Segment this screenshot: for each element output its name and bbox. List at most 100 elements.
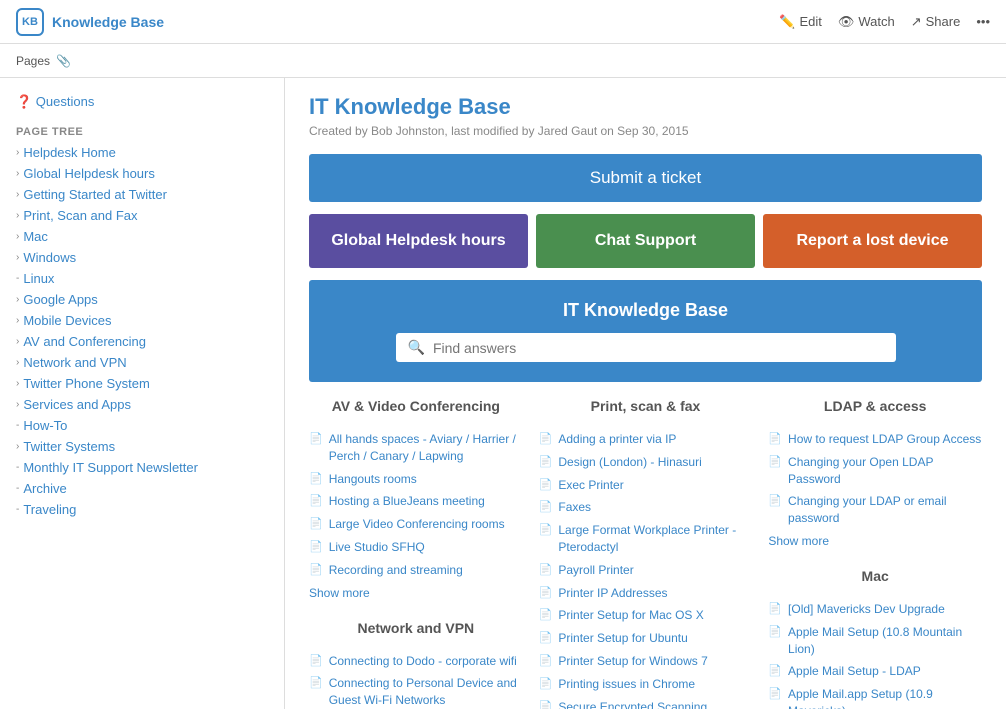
doc-icon: 📄 xyxy=(309,517,323,532)
doc-icon: 📄 xyxy=(539,677,553,692)
list-item[interactable]: 📄Apple Mail Setup (10.8 Mountain Lion) xyxy=(768,621,982,661)
arrow-icon: › xyxy=(16,315,19,326)
sidebar-item-helpdesk-home[interactable]: › Helpdesk Home xyxy=(0,142,284,163)
mac-category-title: Mac xyxy=(768,568,982,588)
arrow-icon: › xyxy=(16,210,19,221)
arrow-icon: - xyxy=(16,273,19,284)
arrow-icon: - xyxy=(16,420,19,431)
list-item[interactable]: 📄 Large Video Conferencing rooms xyxy=(309,513,523,536)
list-item[interactable]: 📄Adding a printer via IP xyxy=(539,428,753,451)
sidebar-item-traveling[interactable]: - Traveling xyxy=(0,499,284,520)
sidebar-item-print-scan-fax[interactable]: › Print, Scan and Fax xyxy=(0,205,284,226)
list-item[interactable]: 📄Printer Setup for Windows 7 xyxy=(539,650,753,673)
submit-ticket-banner[interactable]: Submit a ticket xyxy=(309,154,982,202)
list-item[interactable]: 📄Design (London) - Hinasuri xyxy=(539,451,753,474)
list-item[interactable]: 📄 Hosting a BlueJeans meeting xyxy=(309,490,523,513)
page-title: IT Knowledge Base xyxy=(309,94,982,120)
doc-icon: 📄 xyxy=(768,664,782,679)
sidebar-item-newsletter[interactable]: - Monthly IT Support Newsletter xyxy=(0,457,284,478)
arrow-icon: › xyxy=(16,294,19,305)
top-bar-actions: ✏️ Edit 👁 Watch ↗ Share ••• xyxy=(779,14,990,30)
doc-icon: 📄 xyxy=(539,608,553,623)
sidebar-item-twitter-systems[interactable]: › Twitter Systems xyxy=(0,436,284,457)
pages-bar: Pages 📎 xyxy=(0,44,1006,78)
list-item[interactable]: 📄[Old] Mavericks Dev Upgrade xyxy=(768,598,982,621)
list-item[interactable]: 📄Apple Mail Setup - LDAP xyxy=(768,660,982,683)
network-category-title: Network and VPN xyxy=(309,620,523,640)
doc-icon: 📄 xyxy=(309,540,323,555)
sidebar-item-linux[interactable]: - Linux xyxy=(0,268,284,289)
questions-link[interactable]: ❓ Questions xyxy=(16,94,268,110)
sidebar-item-global-helpdesk[interactable]: › Global Helpdesk hours xyxy=(0,163,284,184)
list-item[interactable]: 📄 Connecting to Dodo - corporate wifi xyxy=(309,650,523,673)
sidebar-questions[interactable]: ❓ Questions xyxy=(0,90,284,118)
list-item[interactable]: 📄How to request LDAP Group Access xyxy=(768,428,982,451)
arrow-icon: › xyxy=(16,399,19,410)
doc-icon: 📄 xyxy=(309,654,323,669)
sidebar-item-archive[interactable]: - Archive xyxy=(0,478,284,499)
doc-icon: 📄 xyxy=(539,523,553,538)
more-button[interactable]: ••• xyxy=(976,14,990,29)
doc-icon: 📄 xyxy=(539,586,553,601)
share-button[interactable]: ↗ Share xyxy=(911,14,961,30)
arrow-icon: - xyxy=(16,462,19,473)
list-item[interactable]: 📄Printer Setup for Ubuntu xyxy=(539,627,753,650)
list-item[interactable]: 📄 Connecting to Personal Device and Gues… xyxy=(309,672,523,709)
list-item[interactable]: 📄 Hangouts rooms xyxy=(309,468,523,491)
arrow-icon: › xyxy=(16,189,19,200)
doc-icon: 📄 xyxy=(309,676,323,691)
arrow-icon: › xyxy=(16,252,19,263)
sidebar-item-mac[interactable]: › Mac xyxy=(0,226,284,247)
list-item[interactable]: 📄Changing your LDAP or email password xyxy=(768,490,982,530)
sidebar-item-network-vpn[interactable]: › Network and VPN xyxy=(0,352,284,373)
list-item[interactable]: 📄 Recording and streaming xyxy=(309,559,523,582)
action-buttons: Global Helpdesk hours Chat Support Repor… xyxy=(309,214,982,268)
watch-button[interactable]: 👁 Watch xyxy=(838,14,895,30)
arrow-icon: - xyxy=(16,483,19,494)
helpdesk-hours-button[interactable]: Global Helpdesk hours xyxy=(309,214,528,268)
list-item[interactable]: 📄Changing your Open LDAP Password xyxy=(768,451,982,491)
list-item[interactable]: 📄Printing issues in Chrome xyxy=(539,673,753,696)
report-lost-device-button[interactable]: Report a lost device xyxy=(763,214,982,268)
doc-icon: 📄 xyxy=(539,500,553,515)
list-item[interactable]: 📄Secure Encrypted Scanning xyxy=(539,696,753,709)
search-input[interactable] xyxy=(433,340,884,356)
doc-icon: 📄 xyxy=(309,494,323,509)
sidebar-item-av-conferencing[interactable]: › AV and Conferencing xyxy=(0,331,284,352)
sidebar-item-how-to[interactable]: - How-To xyxy=(0,415,284,436)
col-av-network: AV & Video Conferencing 📄 All hands spac… xyxy=(309,398,523,709)
av-show-more[interactable]: Show more xyxy=(309,582,370,604)
attachment-icon: 📎 xyxy=(56,54,71,68)
sidebar-item-twitter-phone[interactable]: › Twitter Phone System xyxy=(0,373,284,394)
pages-label: Pages 📎 xyxy=(16,54,71,68)
list-item[interactable]: 📄Exec Printer xyxy=(539,474,753,497)
content-area: IT Knowledge Base Created by Bob Johnsto… xyxy=(285,78,1006,709)
edit-button[interactable]: ✏️ Edit xyxy=(779,14,822,30)
sidebar-item-windows[interactable]: › Windows xyxy=(0,247,284,268)
list-item[interactable]: 📄 Live Studio SFHQ xyxy=(309,536,523,559)
sidebar-item-google-apps[interactable]: › Google Apps xyxy=(0,289,284,310)
list-item[interactable]: 📄 All hands spaces - Aviary / Harrier / … xyxy=(309,428,523,468)
doc-icon: 📄 xyxy=(309,563,323,578)
doc-icon: 📄 xyxy=(539,432,553,447)
col-ldap-mac: LDAP & access 📄How to request LDAP Group… xyxy=(768,398,982,709)
doc-icon: 📄 xyxy=(309,472,323,487)
ldap-show-more[interactable]: Show more xyxy=(768,530,829,552)
list-item[interactable]: 📄Printer IP Addresses xyxy=(539,582,753,605)
sidebar-item-getting-started[interactable]: › Getting Started at Twitter xyxy=(0,184,284,205)
chat-support-button[interactable]: Chat Support xyxy=(536,214,755,268)
arrow-icon: › xyxy=(16,378,19,389)
list-item[interactable]: 📄Printer Setup for Mac OS X xyxy=(539,604,753,627)
arrow-icon: - xyxy=(16,504,19,515)
doc-icon: 📄 xyxy=(539,631,553,646)
sidebar-item-mobile-devices[interactable]: › Mobile Devices xyxy=(0,310,284,331)
kb-search-box[interactable]: 🔍 xyxy=(396,333,896,362)
list-item[interactable]: 📄Apple Mail.app Setup (10.9 Mavericks) xyxy=(768,683,982,709)
list-item[interactable]: 📄Faxes xyxy=(539,496,753,519)
doc-icon: 📄 xyxy=(309,432,323,447)
page-meta: Created by Bob Johnston, last modified b… xyxy=(309,124,982,138)
list-item[interactable]: 📄Payroll Printer xyxy=(539,559,753,582)
list-item[interactable]: 📄Large Format Workplace Printer - Pterod… xyxy=(539,519,753,559)
doc-icon: 📄 xyxy=(768,455,782,470)
sidebar-item-services-apps[interactable]: › Services and Apps xyxy=(0,394,284,415)
